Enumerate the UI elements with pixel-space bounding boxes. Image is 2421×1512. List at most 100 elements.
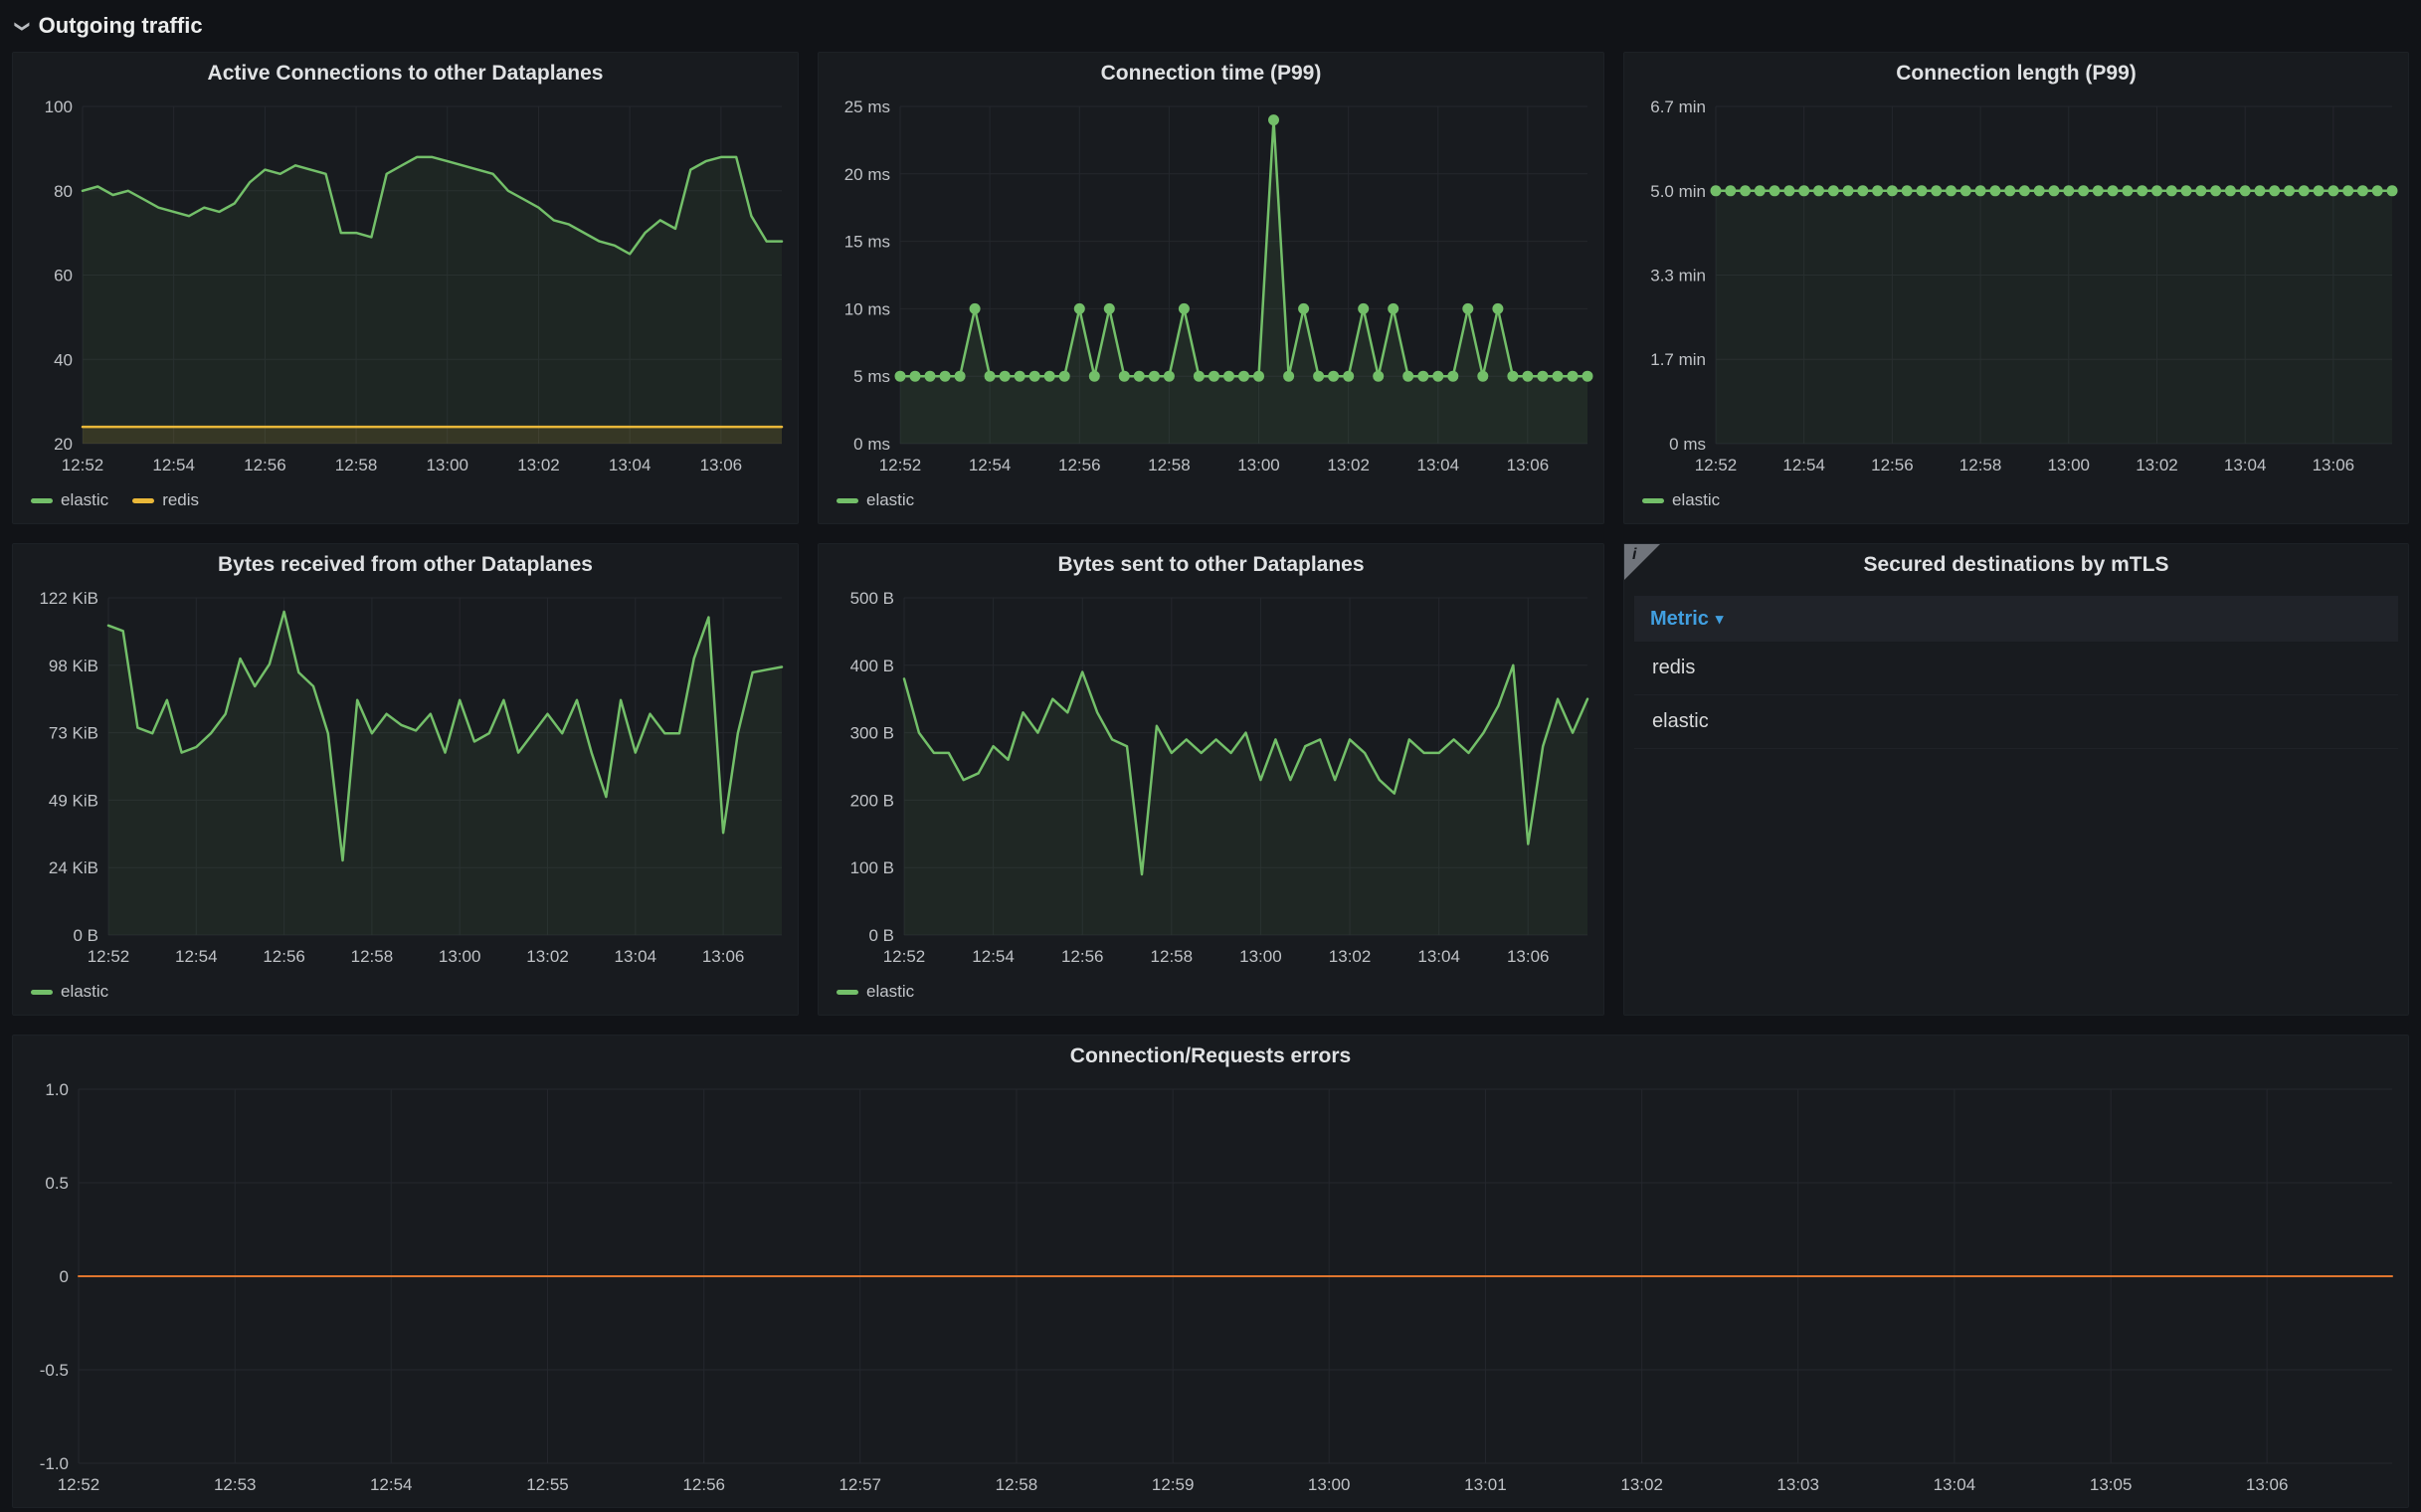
y-tick-label: 0 B	[73, 926, 98, 945]
point-marker	[1373, 371, 1384, 382]
section-outgoing-traffic[interactable]: ❯ Outgoing traffic	[0, 0, 2421, 52]
point-marker	[1798, 185, 1809, 196]
point-marker	[2078, 185, 2089, 196]
legend: elastic	[819, 979, 1603, 1015]
x-tick-label: 13:02	[1327, 456, 1370, 474]
chart-bytes-sent[interactable]: 12:5212:5412:5612:5813:0013:0213:0413:06…	[819, 586, 1603, 979]
legend-label: redis	[162, 490, 199, 510]
y-tick-label: 80	[54, 182, 73, 201]
point-marker	[2255, 185, 2266, 196]
y-tick-label: 0.5	[45, 1174, 69, 1193]
y-tick-label: 400 B	[850, 657, 894, 675]
y-tick-label: 0	[60, 1267, 69, 1286]
y-tick-label: -0.5	[40, 1361, 69, 1380]
y-tick-label: 200 B	[850, 791, 894, 810]
point-marker	[1358, 303, 1369, 314]
y-tick-label: 300 B	[850, 724, 894, 743]
panel-title[interactable]: Bytes sent to other Dataplanes	[819, 544, 1603, 586]
legend-item-elastic[interactable]: elastic	[31, 982, 108, 1002]
x-tick-label: 12:53	[214, 1475, 257, 1494]
x-tick-label: 12:54	[1782, 456, 1825, 474]
point-marker	[2034, 185, 2045, 196]
legend-item-elastic[interactable]: elastic	[837, 490, 914, 510]
table-row: elastic	[1634, 695, 2398, 749]
legend-label: elastic	[866, 982, 914, 1002]
point-marker	[1755, 185, 1766, 196]
x-tick-label: 12:54	[152, 456, 195, 474]
panel-title[interactable]: Connection/Requests errors	[13, 1036, 2408, 1077]
chart-connection-errors[interactable]: 12:5212:5312:5412:5512:5612:5712:5812:59…	[13, 1077, 2408, 1507]
chart-active-connections[interactable]: 12:5212:5412:5612:5813:0013:0213:0413:06…	[13, 94, 798, 487]
dashboard: ❯ Outgoing traffic Active Connections to…	[0, 0, 2421, 1508]
point-marker	[1872, 185, 1883, 196]
table-cell: elastic	[1652, 710, 1709, 733]
point-marker	[2093, 185, 2104, 196]
point-marker	[1298, 303, 1309, 314]
x-tick-label: 13:04	[1934, 1475, 1976, 1494]
x-tick-label: 12:56	[263, 947, 305, 966]
legend-swatch	[31, 990, 53, 995]
x-tick-label: 13:02	[526, 947, 569, 966]
x-tick-label: 12:58	[1151, 947, 1194, 966]
x-tick-label: 13:02	[1329, 947, 1372, 966]
point-marker	[955, 371, 966, 382]
y-tick-label: 10 ms	[844, 299, 890, 318]
point-marker	[1537, 371, 1548, 382]
point-marker	[1887, 185, 1898, 196]
panel-title[interactable]: Secured destinations by mTLS	[1624, 544, 2408, 586]
legend-item-redis[interactable]: redis	[132, 490, 199, 510]
legend-label: elastic	[866, 490, 914, 510]
legend-item-elastic[interactable]: elastic	[31, 490, 108, 510]
y-tick-label: 24 KiB	[49, 858, 98, 877]
legend-swatch	[132, 498, 154, 503]
panel-title[interactable]: Active Connections to other Dataplanes	[13, 53, 798, 94]
x-tick-label: 13:00	[426, 456, 468, 474]
x-tick-label: 12:57	[838, 1475, 881, 1494]
table-column-metric[interactable]: Metric ▾	[1650, 608, 1723, 631]
point-marker	[1209, 371, 1219, 382]
x-tick-label: 13:00	[2047, 456, 2090, 474]
x-tick-label: 13:06	[2313, 456, 2355, 474]
x-tick-label: 13:04	[1417, 456, 1460, 474]
y-tick-label: 40	[54, 350, 73, 369]
y-tick-label: 15 ms	[844, 233, 890, 252]
y-tick-label: 20	[54, 435, 73, 454]
section-title: Outgoing traffic	[39, 13, 203, 39]
point-marker	[985, 371, 996, 382]
point-marker	[1568, 371, 1579, 382]
point-marker	[1477, 371, 1488, 382]
x-tick-label: 12:56	[682, 1475, 725, 1494]
x-tick-label: 12:54	[370, 1475, 413, 1494]
chart-connection-time[interactable]: 12:5212:5412:5612:5813:0013:0213:0413:06…	[819, 94, 1603, 487]
legend-item-elastic[interactable]: elastic	[1642, 490, 1720, 510]
point-marker	[1223, 371, 1234, 382]
point-marker	[1740, 185, 1751, 196]
x-tick-label: 13:06	[700, 456, 743, 474]
x-tick-label: 13:00	[1237, 456, 1280, 474]
x-tick-label: 13:04	[615, 947, 657, 966]
panel-title[interactable]: Connection time (P99)	[819, 53, 1603, 94]
point-marker	[2166, 185, 2177, 196]
caret-down-icon: ▾	[1716, 612, 1724, 627]
panel-title[interactable]: Bytes received from other Dataplanes	[13, 544, 798, 586]
panel-title[interactable]: Connection length (P99)	[1624, 53, 2408, 94]
x-tick-label: 12:56	[1061, 947, 1104, 966]
point-marker	[1769, 185, 1780, 196]
x-tick-label: 13:06	[702, 947, 745, 966]
point-marker	[1522, 371, 1533, 382]
series-line-elastic	[900, 120, 1587, 377]
point-marker	[895, 371, 906, 382]
point-marker	[1074, 303, 1085, 314]
legend-item-elastic[interactable]: elastic	[837, 982, 914, 1002]
x-tick-label: 13:00	[1239, 947, 1282, 966]
point-marker	[1253, 371, 1264, 382]
x-tick-label: 12:56	[244, 456, 286, 474]
point-marker	[1975, 185, 1986, 196]
chart-bytes-received[interactable]: 12:5212:5412:5612:5813:0013:0213:0413:06…	[13, 586, 798, 979]
x-tick-label: 13:01	[1464, 1475, 1507, 1494]
x-tick-label: 12:58	[1959, 456, 2002, 474]
point-marker	[1711, 185, 1722, 196]
point-marker	[2357, 185, 2368, 196]
y-tick-label: 73 KiB	[49, 724, 98, 743]
chart-connection-length[interactable]: 12:5212:5412:5612:5813:0013:0213:0413:06…	[1624, 94, 2408, 487]
